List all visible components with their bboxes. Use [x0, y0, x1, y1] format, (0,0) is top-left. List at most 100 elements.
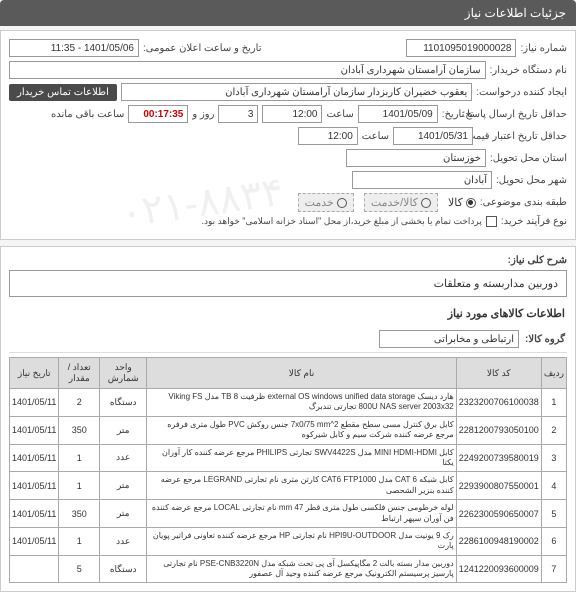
radio-kala-khadmat[interactable]: کالا/خدمت — [364, 193, 438, 212]
cell-n: 6 — [541, 527, 566, 555]
radio-kala-khadmat-label: کالا/خدمت — [371, 196, 418, 209]
validity-time-value: 12:00 — [298, 127, 358, 145]
th-qty: تعداد / مقدار — [59, 358, 100, 389]
process-note: پرداخت تمام یا بخشی از مبلغ خرید،از محل … — [201, 216, 481, 227]
cell-code: 2293900807550001 — [456, 472, 541, 500]
cell-unit: دستگاه — [100, 555, 147, 583]
cell-date: 1401/05/11 — [10, 527, 59, 555]
cell-n: 2 — [541, 416, 566, 444]
radio-kala[interactable]: کالا — [448, 196, 476, 209]
cell-qty: 1 — [59, 472, 100, 500]
cell-qty: 350 — [59, 500, 100, 528]
category-radio-group: کالا کالا/خدمت خدمت — [298, 193, 476, 212]
days-value: 3 — [218, 105, 258, 123]
cell-unit: عدد — [100, 527, 147, 555]
cell-qty: 2 — [59, 389, 100, 417]
table-row: 12323200706100038هارد دیسک external OS w… — [10, 389, 567, 417]
cell-name: رک 9 یونیت مدل HPI9U-OUTDOOR نام تجارتی … — [147, 527, 456, 555]
cell-date — [10, 555, 59, 583]
group-label: گروه کالا: — [525, 334, 565, 345]
requester-value: یعقوب خضیران کاربزدار سازمان آرامستان شه… — [121, 83, 472, 101]
th-unit: واحد شمارش — [100, 358, 147, 389]
cell-qty: 350 — [59, 416, 100, 444]
table-row: 62286100948190002رک 9 یونیت مدل HPI9U-OU… — [10, 527, 567, 555]
table-row: 22281200793050100کابل برق کنترل مسی سطح … — [10, 416, 567, 444]
category-label: طبقه بندی موضوعی: — [480, 197, 567, 208]
city-label: شهر محل تحویل: — [496, 175, 567, 186]
deadline-date-value: 1401/05/09 — [358, 105, 438, 123]
time-label-2: ساعت — [362, 131, 389, 142]
cell-code: 1241220093600009 — [456, 555, 541, 583]
th-name: نام کالا — [147, 358, 456, 389]
cell-unit: عدد — [100, 444, 147, 472]
cell-n: 3 — [541, 444, 566, 472]
validity-label: حداقل تاریخ اعتبار قیمت تا تاریخ: — [477, 131, 567, 142]
table-row: 71241220093600009دوربین مدار بسته بالت 2… — [10, 555, 567, 583]
province-label: استان محل تحویل: — [490, 153, 567, 164]
province-value: خوزستان — [346, 149, 486, 167]
description-section: شرح کلی نیاز: دوربین مداربسته و متعلقات … — [0, 246, 576, 592]
cell-n: 7 — [541, 555, 566, 583]
radio-khadmat[interactable]: خدمت — [298, 193, 354, 212]
cell-code: 2262300590650007 — [456, 500, 541, 528]
cell-qty: 5 — [59, 555, 100, 583]
countdown-value: 00:17:35 — [128, 105, 188, 123]
process-label: نوع فرآیند خرید: — [501, 216, 567, 227]
cell-n: 4 — [541, 472, 566, 500]
cell-date: 1401/05/11 — [10, 416, 59, 444]
days-label: روز و — [192, 109, 214, 120]
items-table: ردیف کد کالا نام کالا واحد شمارش تعداد /… — [9, 357, 567, 583]
cell-unit: متر — [100, 416, 147, 444]
announce-value: 1401/05/06 - 11:35 — [9, 39, 139, 57]
cell-code: 2281200793050100 — [456, 416, 541, 444]
cell-name: کابل شبکه CAT 6 مدل CAT6 FTP1000 کارتن م… — [147, 472, 456, 500]
validity-date-value: 1401/05/31 — [393, 127, 473, 145]
deadline-time-value: 12:00 — [262, 105, 322, 123]
radio-dot-icon — [337, 198, 347, 208]
process-checkbox[interactable] — [486, 216, 497, 227]
cell-qty: 1 — [59, 444, 100, 472]
time-label-1: ساعت — [326, 109, 353, 120]
form-section: شماره نیاز: 1101095019000028 تاریخ و ساع… — [0, 30, 576, 240]
radio-kala-label: کالا — [448, 196, 463, 209]
cell-name: لوله خرطومی جنس فلکسی طول متری قطر mm 47… — [147, 500, 456, 528]
need-number-label: شماره نیاز: — [520, 43, 567, 54]
radio-dot-icon — [421, 198, 431, 208]
cell-date: 1401/05/11 — [10, 500, 59, 528]
radio-dot-icon — [466, 198, 476, 208]
cell-unit: دستگاه — [100, 389, 147, 417]
table-row: 42293900807550001کابل شبکه CAT 6 مدل CAT… — [10, 472, 567, 500]
cell-code: 2323200706100038 — [456, 389, 541, 417]
page-header: جزئیات اطلاعات نیاز — [0, 0, 576, 26]
cell-code: 2286100948190002 — [456, 527, 541, 555]
group-value: ارتباطی و مخابراتی — [379, 330, 519, 348]
cell-date: 1401/05/11 — [10, 444, 59, 472]
page-title: جزئیات اطلاعات نیاز — [465, 6, 566, 20]
radio-khadmat-label: خدمت — [305, 196, 334, 209]
cell-qty: 1 — [59, 527, 100, 555]
table-row: 52262300590650007لوله خرطومی جنس فلکسی ط… — [10, 500, 567, 528]
remain-label: ساعت باقی مانده — [51, 109, 124, 120]
cell-name: هارد دیسک external OS windows unified da… — [147, 389, 456, 417]
desc-label: شرح کلی نیاز: — [508, 255, 567, 266]
th-code: کد کالا — [456, 358, 541, 389]
th-date: تاریخ نیاز — [10, 358, 59, 389]
cell-unit: متر — [100, 500, 147, 528]
cell-name: دوربین مدار بسته بالت 2 مگاپیکسل آی پی ت… — [147, 555, 456, 583]
cell-n: 5 — [541, 500, 566, 528]
need-number-value: 1101095019000028 — [406, 39, 516, 57]
buyer-org-value: سازمان آرامستان شهرداری آبادان — [9, 61, 486, 79]
cell-name: کابل برق کنترل مسی سطح مقطع 7x0/75 mm^2 … — [147, 416, 456, 444]
announce-label: تاریخ و ساعت اعلان عمومی: — [143, 43, 262, 54]
cell-date: 1401/05/11 — [10, 389, 59, 417]
th-row: ردیف — [541, 358, 566, 389]
cell-n: 1 — [541, 389, 566, 417]
cell-unit: متر — [100, 472, 147, 500]
desc-value: دوربین مداربسته و متعلقات — [9, 270, 567, 297]
deadline-date-sublabel: تا تاریخ: — [442, 109, 473, 120]
buyer-org-label: نام دستگاه خریدار: — [490, 65, 567, 76]
requester-label: ایجاد کننده درخواست: — [476, 87, 567, 98]
cell-name: کابل MINI HDMI-HDMI مدل SWV4422S تجارتی … — [147, 444, 456, 472]
contact-buyer-button[interactable]: اطلاعات تماس خریدار — [9, 84, 117, 101]
cell-code: 2249200739580019 — [456, 444, 541, 472]
